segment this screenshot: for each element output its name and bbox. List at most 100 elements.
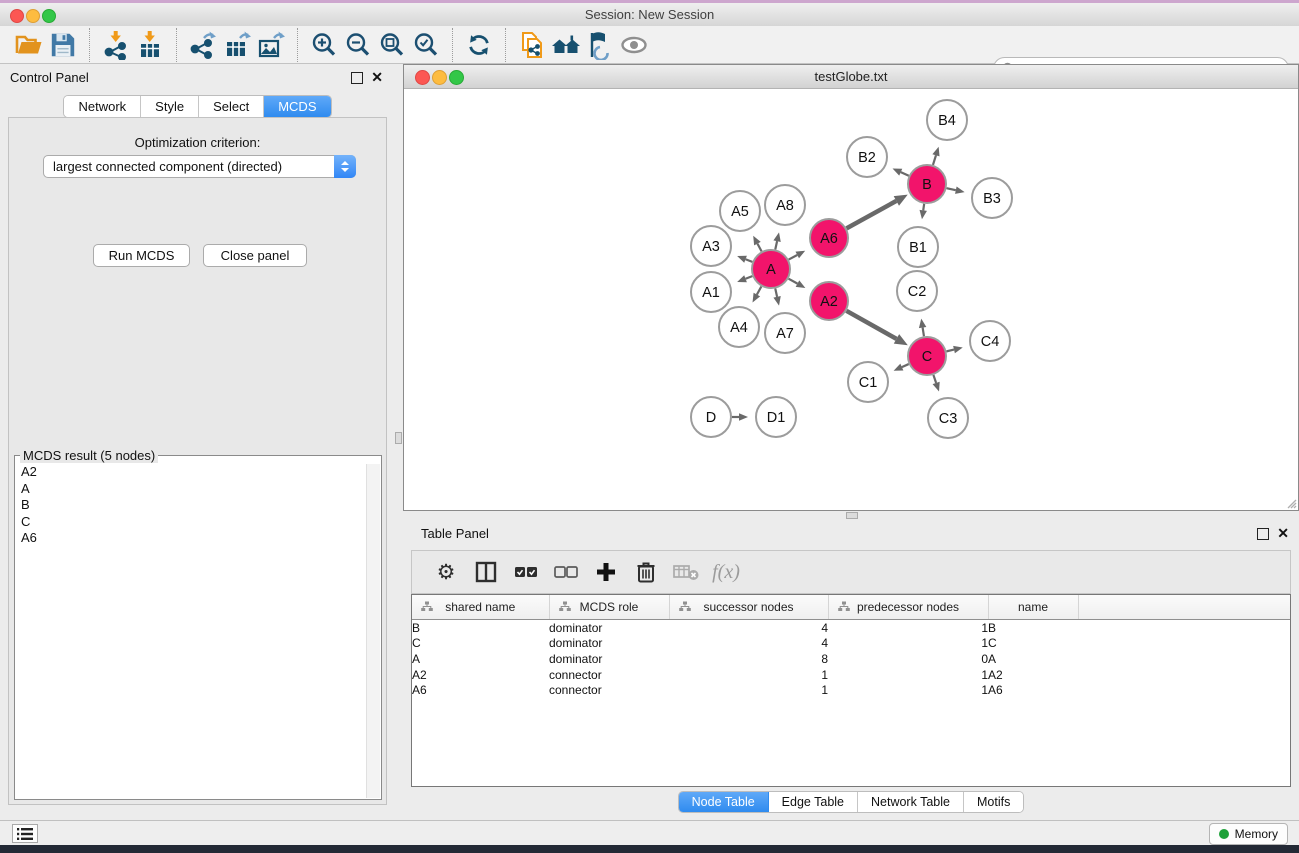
tab-edge-table[interactable]: Edge Table: [769, 792, 858, 812]
table-row[interactable]: Bdominator41B: [412, 620, 1290, 636]
cell[interactable]: A6: [988, 682, 1078, 698]
cell[interactable]: dominator: [549, 636, 669, 652]
network-graph[interactable]: B4B2BB3A8A5A6A3B1AC2A1A2A4A7C4CC1DC3D1: [404, 89, 1298, 510]
edge-C-C2[interactable]: [923, 328, 924, 337]
save-session-button[interactable]: [46, 28, 80, 62]
open-session-button[interactable]: [12, 28, 46, 62]
resize-grip-icon[interactable]: [1285, 497, 1297, 509]
edge-B-B3[interactable]: [947, 188, 956, 190]
tab-mcds[interactable]: MCDS: [264, 96, 330, 117]
edge-A-A4[interactable]: [757, 287, 761, 295]
result-item[interactable]: A6: [16, 530, 367, 547]
cell[interactable]: dominator: [549, 620, 669, 636]
export-image-button[interactable]: [254, 28, 288, 62]
edge-B-B4[interactable]: [933, 155, 936, 165]
splitter-handle[interactable]: [846, 512, 858, 519]
show-columns-button[interactable]: [466, 555, 506, 589]
result-item[interactable]: C: [16, 514, 367, 531]
home-button[interactable]: [549, 28, 583, 62]
select-all-button[interactable]: [506, 555, 546, 589]
graphics-details-button[interactable]: [583, 28, 617, 62]
tab-motifs[interactable]: Motifs: [964, 792, 1023, 812]
cell[interactable]: 1: [828, 682, 988, 698]
cell[interactable]: 1: [828, 667, 988, 683]
criterion-dropdown[interactable]: largest connected component (directed): [43, 155, 356, 178]
tab-node-table[interactable]: Node Table: [679, 792, 769, 812]
export-network-button[interactable]: [186, 28, 220, 62]
table-row[interactable]: A2connector11A2: [412, 667, 1290, 683]
run-mcds-button[interactable]: Run MCDS: [93, 244, 190, 267]
cell[interactable]: 0: [828, 651, 988, 667]
function-builder-button[interactable]: f(x): [706, 555, 746, 589]
cell[interactable]: 4: [669, 636, 828, 652]
cell[interactable]: dominator: [549, 651, 669, 667]
result-scrollbar[interactable]: [366, 464, 380, 798]
deselect-all-button[interactable]: [546, 555, 586, 589]
table-row[interactable]: Cdominator41C: [412, 636, 1290, 652]
cell[interactable]: 8: [669, 651, 828, 667]
edge-C-C4[interactable]: [946, 350, 954, 352]
import-network-button[interactable]: [99, 28, 133, 62]
close-panel-icon[interactable]: ✕: [1277, 525, 1289, 542]
edge-B-B1[interactable]: [923, 204, 924, 211]
cell[interactable]: B: [988, 620, 1078, 636]
edge-B-B2[interactable]: [901, 172, 909, 176]
result-item[interactable]: A: [16, 481, 367, 498]
delete-column-button[interactable]: [626, 555, 666, 589]
cell[interactable]: 1: [828, 636, 988, 652]
network-canvas[interactable]: B4B2BB3A8A5A6A3B1AC2A1A2A4A7C4CC1DC3D1: [404, 89, 1298, 510]
tab-network-table[interactable]: Network Table: [858, 792, 964, 812]
result-item[interactable]: B: [16, 497, 367, 514]
add-column-button[interactable]: [586, 555, 626, 589]
edge-A2-C[interactable]: [846, 311, 896, 339]
refresh-button[interactable]: [462, 28, 496, 62]
close-panel-icon[interactable]: ✕: [371, 69, 383, 86]
edge-A-A7[interactable]: [775, 289, 777, 297]
tab-style[interactable]: Style: [141, 96, 199, 117]
zoom-in-button[interactable]: [307, 28, 341, 62]
edge-A-A8[interactable]: [775, 241, 777, 249]
float-panel-icon[interactable]: [351, 72, 363, 84]
cell[interactable]: A: [412, 651, 549, 667]
edge-A6-B[interactable]: [847, 201, 897, 228]
column-header-mcds-role[interactable]: MCDS role: [549, 595, 669, 620]
edge-A-A3[interactable]: [746, 259, 753, 262]
table-settings-button[interactable]: ⚙: [426, 555, 466, 589]
cell[interactable]: A2: [988, 667, 1078, 683]
tab-network[interactable]: Network: [64, 96, 141, 117]
table-row[interactable]: Adominator80A: [412, 651, 1290, 667]
splitter-handle[interactable]: [395, 432, 402, 444]
table-row[interactable]: A6connector11A6: [412, 682, 1290, 698]
column-header-name[interactable]: name: [988, 595, 1078, 620]
import-table-button[interactable]: [133, 28, 167, 62]
edge-A-A5[interactable]: [757, 244, 761, 252]
memory-button[interactable]: Memory: [1209, 823, 1288, 845]
cell[interactable]: A: [988, 651, 1078, 667]
show-hide-button[interactable]: [617, 28, 651, 62]
cell[interactable]: C: [988, 636, 1078, 652]
zoom-out-button[interactable]: [341, 28, 375, 62]
cell[interactable]: connector: [549, 682, 669, 698]
edge-A-A1[interactable]: [746, 276, 753, 279]
edge-A-A2[interactable]: [789, 279, 798, 284]
cell[interactable]: A6: [412, 682, 549, 698]
column-header-predecessor-nodes[interactable]: predecessor nodes: [828, 595, 988, 620]
cell[interactable]: 1: [669, 682, 828, 698]
task-history-button[interactable]: [12, 824, 38, 843]
edge-C-C3[interactable]: [933, 375, 936, 383]
edge-C-C1[interactable]: [902, 364, 909, 367]
result-item[interactable]: A2: [16, 464, 367, 481]
cell[interactable]: connector: [549, 667, 669, 683]
column-header-successor-nodes[interactable]: successor nodes: [669, 595, 828, 620]
cell[interactable]: 1: [669, 667, 828, 683]
cell[interactable]: A2: [412, 667, 549, 683]
horizontal-splitter[interactable]: [403, 511, 1299, 520]
cell[interactable]: 1: [828, 620, 988, 636]
export-table-button[interactable]: [220, 28, 254, 62]
zoom-fit-button[interactable]: [375, 28, 409, 62]
float-panel-icon[interactable]: [1257, 528, 1269, 540]
zoom-selected-button[interactable]: [409, 28, 443, 62]
close-panel-button[interactable]: Close panel: [203, 244, 307, 267]
clone-network-button[interactable]: [515, 28, 549, 62]
delete-table-button[interactable]: [666, 555, 706, 589]
